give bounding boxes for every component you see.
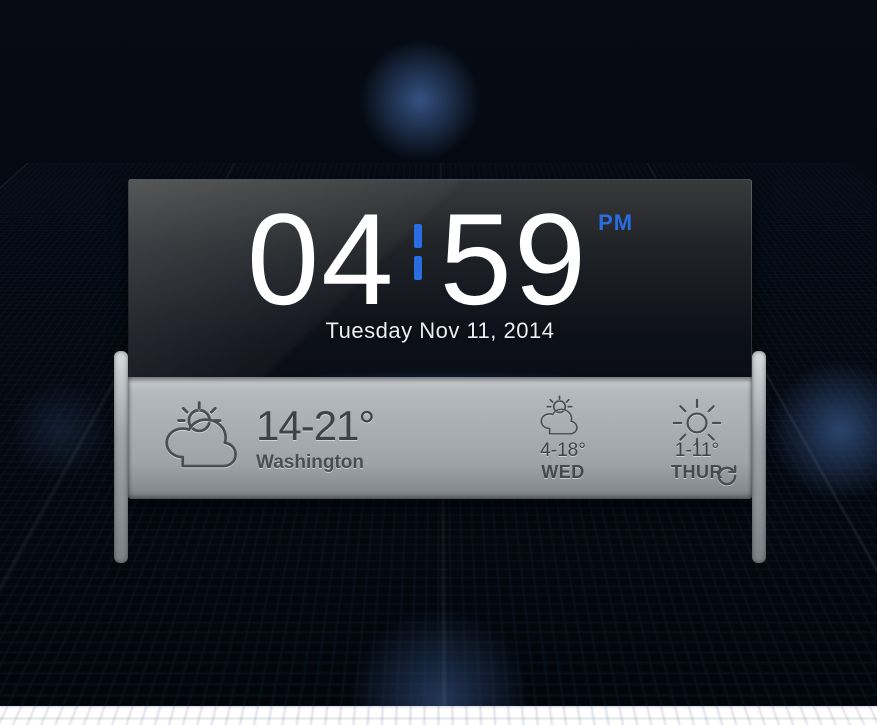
time-display: 04 59 PM [129,180,751,324]
clock-hour: 04 [247,194,396,324]
today-temp-range: 14-21° [256,402,374,450]
partly-cloudy-icon [534,394,592,438]
location-label: Washington [256,452,374,474]
clock-date: Tuesday Nov 11, 2014 [129,318,751,344]
forecast-day-1[interactable]: 4-18° WED [508,394,618,483]
today-forecast[interactable]: 14-21° Washington [128,398,496,478]
sunny-icon [668,394,726,438]
partly-cloudy-icon [156,398,250,478]
refresh-button[interactable] [714,463,740,489]
forecast-2-temp: 1-11° [642,440,752,462]
clock-panel[interactable]: 04 59 PM Tuesday Nov 11, 2014 [128,179,752,377]
bracket-right [752,351,766,563]
clock-colon [396,194,440,288]
bracket-left [114,351,128,563]
weather-panel[interactable]: 14-21° Washington 4-18° WED [128,377,752,499]
refresh-icon [714,463,740,489]
clock-ampm: PM [598,210,633,236]
clock-weather-widget[interactable]: 04 59 PM Tuesday Nov 11, 2014 14-21° Was… [128,179,752,499]
forecast-1-day: WED [508,462,618,483]
clock-minute: 59 [440,194,589,324]
forecast-1-temp: 4-18° [508,440,618,462]
